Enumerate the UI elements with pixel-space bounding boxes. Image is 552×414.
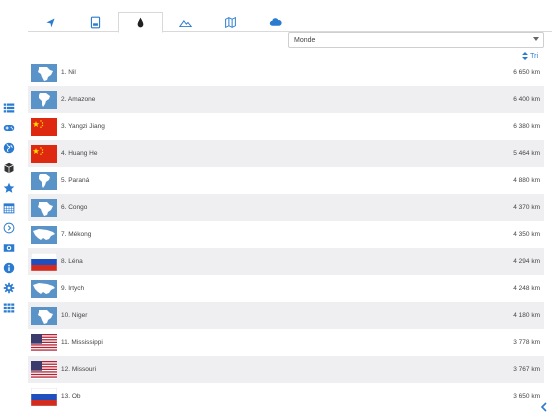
river-name: 2. Amazone bbox=[61, 96, 96, 103]
river-name: 7. Mékong bbox=[61, 231, 92, 238]
book-icon bbox=[90, 16, 101, 28]
tab-bar bbox=[28, 12, 552, 33]
pin-icon bbox=[46, 17, 55, 27]
sidebar-item-list[interactable] bbox=[0, 98, 18, 118]
list-item[interactable]: 12. Missouri 3 767 km bbox=[28, 356, 544, 383]
africa-thumbnail bbox=[31, 306, 57, 325]
river-name: 9. Irtych bbox=[61, 285, 85, 292]
gamepad-icon bbox=[3, 125, 15, 131]
river-list: 1. Nil 6 650 km 2. Amazone 6 400 km 3. Yangz… bbox=[28, 59, 544, 410]
asia-thumbnail bbox=[31, 279, 57, 298]
russia-thumbnail bbox=[31, 387, 57, 406]
globe-icon bbox=[3, 142, 15, 154]
tab-mountains[interactable] bbox=[163, 12, 208, 32]
river-length: 4 294 km bbox=[513, 258, 540, 265]
chevron-circle-icon bbox=[3, 222, 15, 234]
china-thumbnail bbox=[31, 144, 57, 163]
river-length: 4 180 km bbox=[513, 312, 540, 319]
river-name: 12. Missouri bbox=[61, 366, 97, 373]
list-item[interactable]: 7. Mékong 4 350 km bbox=[28, 221, 544, 248]
star-icon bbox=[3, 182, 15, 193]
river-length: 3 650 km bbox=[513, 393, 540, 400]
sidebar-item-calendar[interactable] bbox=[0, 198, 18, 218]
africa-thumbnail bbox=[31, 63, 57, 82]
list-icon bbox=[3, 103, 15, 113]
list-item[interactable]: 6. Congo 4 370 km bbox=[28, 194, 544, 221]
south-america-thumbnail bbox=[31, 90, 57, 109]
river-length: 6 650 km bbox=[513, 69, 540, 76]
list-item[interactable]: 5. Paraná 4 880 km bbox=[28, 167, 544, 194]
list-item[interactable]: 1. Nil 6 650 km bbox=[28, 59, 544, 86]
sidebar-item-photos[interactable] bbox=[0, 238, 18, 258]
tab-map[interactable] bbox=[208, 12, 253, 32]
chevron-down-icon bbox=[533, 37, 539, 41]
list-item[interactable]: 3. Yangzi Jiang 6 380 km bbox=[28, 113, 544, 140]
sidebar bbox=[0, 98, 18, 318]
info-icon bbox=[3, 262, 15, 274]
sidebar-item-games[interactable] bbox=[0, 118, 18, 138]
river-name: 11. Mississippi bbox=[61, 339, 103, 346]
region-select[interactable]: Monde bbox=[288, 32, 544, 48]
usa-thumbnail bbox=[31, 333, 57, 352]
sidebar-item-cube[interactable] bbox=[0, 158, 18, 178]
river-name: 5. Paraná bbox=[61, 177, 90, 184]
sidebar-item-info[interactable] bbox=[0, 258, 18, 278]
list-item[interactable]: 2. Amazone 6 400 km bbox=[28, 86, 544, 113]
china-thumbnail bbox=[31, 117, 57, 136]
gear-icon bbox=[3, 282, 15, 294]
list-item[interactable]: 4. Huang He 5 464 km bbox=[28, 140, 544, 167]
list-item[interactable]: 13. Ob 3 650 km bbox=[28, 383, 544, 410]
photo-icon bbox=[3, 244, 15, 252]
usa-thumbnail bbox=[31, 360, 57, 379]
sidebar-item-settings[interactable] bbox=[0, 278, 18, 298]
russia-thumbnail bbox=[31, 252, 57, 271]
sidebar-item-apps[interactable] bbox=[0, 298, 18, 318]
river-name: 4. Huang He bbox=[61, 150, 98, 157]
sidebar-item-favorites[interactable] bbox=[0, 178, 18, 198]
list-item[interactable]: 10. Niger 4 180 km bbox=[28, 302, 544, 329]
drop-icon bbox=[137, 17, 144, 28]
river-name: 10. Niger bbox=[61, 312, 88, 319]
river-length: 4 248 km bbox=[513, 285, 540, 292]
river-name: 1. Nil bbox=[61, 69, 76, 76]
river-length: 4 880 km bbox=[513, 177, 540, 184]
tab-weather[interactable] bbox=[253, 12, 298, 32]
map-icon bbox=[225, 16, 236, 28]
grid-icon bbox=[3, 303, 15, 313]
river-length: 3 778 km bbox=[513, 339, 540, 346]
chevron-left-icon[interactable] bbox=[540, 402, 548, 412]
river-length: 4 350 km bbox=[513, 231, 540, 238]
river-length: 6 400 km bbox=[513, 96, 540, 103]
tab-rivers[interactable] bbox=[118, 12, 163, 33]
cube-icon bbox=[4, 162, 14, 174]
calendar-icon bbox=[3, 203, 15, 214]
sidebar-item-next[interactable] bbox=[0, 218, 18, 238]
river-name: 6. Congo bbox=[61, 204, 88, 211]
asia-thumbnail bbox=[31, 225, 57, 244]
tab-book[interactable] bbox=[73, 12, 118, 32]
river-length: 5 464 km bbox=[513, 150, 540, 157]
river-length: 3 767 km bbox=[513, 366, 540, 373]
list-item[interactable]: 9. Irtych 4 248 km bbox=[28, 275, 544, 302]
africa-thumbnail bbox=[31, 198, 57, 217]
river-length: 4 370 km bbox=[513, 204, 540, 211]
river-name: 8. Léna bbox=[61, 258, 83, 265]
cloud-icon bbox=[269, 17, 282, 26]
list-item[interactable]: 11. Mississippi 3 778 km bbox=[28, 329, 544, 356]
river-name: 3. Yangzi Jiang bbox=[61, 123, 105, 130]
river-length: 6 380 km bbox=[513, 123, 540, 130]
river-name: 13. Ob bbox=[61, 393, 81, 400]
tab-places[interactable] bbox=[28, 12, 73, 32]
sidebar-item-globe[interactable] bbox=[0, 138, 18, 158]
list-item[interactable]: 8. Léna 4 294 km bbox=[28, 248, 544, 275]
south-america-thumbnail bbox=[31, 171, 57, 190]
mountain-icon bbox=[179, 19, 192, 27]
region-select-value: Monde bbox=[294, 36, 316, 44]
